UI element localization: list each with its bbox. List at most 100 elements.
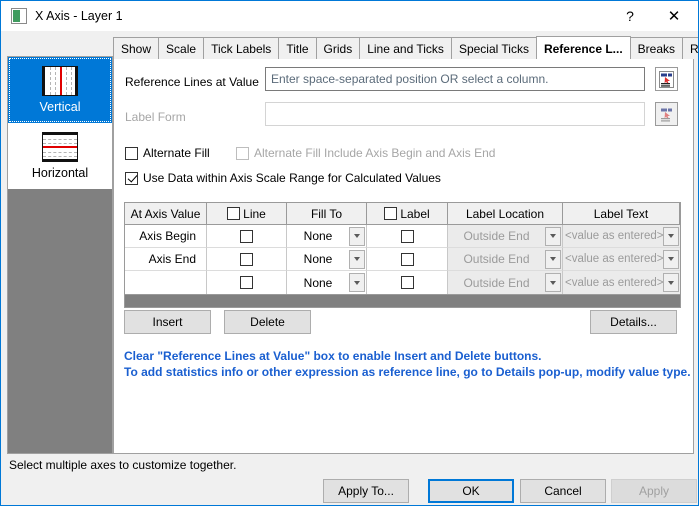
label-text-dropdown[interactable]: <value as entered> — [563, 271, 680, 294]
tab-grids[interactable]: Grids — [316, 37, 361, 59]
help-icon[interactable]: ? — [608, 1, 652, 31]
chevron-down-icon[interactable] — [663, 273, 679, 292]
use-data-within-range-checkbox[interactable] — [125, 172, 138, 185]
alternate-fill-include-checkbox-row[interactable]: Alternate Fill Include Axis Begin and Ax… — [236, 146, 495, 160]
cell-line[interactable] — [207, 225, 287, 248]
alternate-fill-checkbox[interactable] — [125, 147, 138, 160]
tab-rug[interactable]: Rug — [682, 37, 699, 59]
row-label-checkbox[interactable] — [401, 253, 414, 266]
column-select-icon-button-label-form[interactable] — [655, 102, 678, 126]
alternate-fill-include-checkbox[interactable] — [236, 147, 249, 160]
close-icon[interactable]: ✕ — [652, 1, 696, 31]
table-row[interactable]: Axis Begin None Outside End — [125, 225, 680, 248]
column-header-line-label: Line — [243, 207, 266, 221]
chevron-down-icon[interactable] — [349, 227, 365, 246]
table-header-row: At Axis Value Line Fill To Label Label L… — [125, 203, 680, 225]
chevron-down-icon[interactable] — [663, 250, 679, 269]
label-text-value: <value as entered> — [563, 230, 663, 242]
cancel-button[interactable]: Cancel — [520, 479, 606, 503]
axis-item-label: Vertical — [40, 100, 81, 114]
delete-button[interactable]: Delete — [224, 310, 311, 334]
reference-lines-panel: Reference Lines at Value Label Form — [113, 58, 694, 454]
fill-to-dropdown[interactable]: None — [287, 248, 366, 270]
tab-scale[interactable]: Scale — [158, 37, 204, 59]
use-data-within-range-checkbox-row[interactable]: Use Data within Axis Scale Range for Cal… — [125, 171, 441, 185]
tab-strip: Show Scale Tick Labels Title Grids Line … — [113, 37, 699, 59]
tab-line-and-ticks[interactable]: Line and Ticks — [359, 37, 452, 59]
fill-to-dropdown[interactable]: None — [287, 271, 366, 294]
chevron-down-icon[interactable] — [545, 250, 561, 269]
chevron-down-icon[interactable] — [545, 273, 561, 292]
chevron-down-icon[interactable] — [349, 250, 365, 269]
column-header-fill-to: Fill To — [287, 203, 367, 225]
alternate-fill-checkbox-row[interactable]: Alternate Fill — [125, 146, 210, 160]
label-location-value: Outside End — [448, 252, 545, 266]
chevron-down-icon[interactable] — [349, 273, 365, 292]
tab-special-ticks[interactable]: Special Ticks — [451, 37, 537, 59]
tab-breaks[interactable]: Breaks — [630, 37, 683, 59]
label-location-dropdown[interactable]: Outside End — [448, 271, 562, 294]
label-text-value: <value as entered> — [563, 253, 663, 265]
label-form-input[interactable] — [265, 102, 645, 126]
cell-label-text[interactable]: <value as entered> — [563, 271, 680, 294]
tab-title[interactable]: Title — [278, 37, 316, 59]
line-header-checkbox[interactable] — [227, 207, 240, 220]
label-text-dropdown[interactable]: <value as entered> — [563, 248, 680, 270]
row-line-checkbox[interactable] — [240, 230, 253, 243]
row-label-checkbox[interactable] — [401, 276, 414, 289]
hint-line-2: To add statistics info or other expressi… — [124, 365, 691, 379]
cell-at-axis-value[interactable]: Axis End — [125, 248, 207, 271]
tab-show[interactable]: Show — [113, 37, 159, 59]
apply-to-button[interactable]: Apply To... — [323, 479, 409, 503]
tab-reference-lines[interactable]: Reference L... — [536, 36, 631, 59]
row-line-checkbox[interactable] — [240, 253, 253, 266]
cell-fill-to[interactable]: None — [287, 271, 367, 294]
horizontal-axis-icon — [42, 132, 78, 162]
title-bar: X Axis - Layer 1 ? ✕ — [1, 1, 698, 31]
fill-to-dropdown[interactable]: None — [287, 225, 366, 247]
axis-item-vertical[interactable]: Vertical — [8, 57, 112, 123]
label-header-checkbox[interactable] — [384, 207, 397, 220]
label-location-dropdown[interactable]: Outside End — [448, 248, 562, 270]
label-form-label: Label Form — [125, 110, 186, 124]
table-row[interactable]: None Outside End <value as entered> — [125, 271, 680, 294]
ok-button[interactable]: OK — [428, 479, 514, 503]
axis-dialog-icon — [11, 8, 27, 24]
use-data-within-range-label: Use Data within Axis Scale Range for Cal… — [143, 171, 441, 185]
details-button[interactable]: Details... — [590, 310, 677, 334]
row-line-checkbox[interactable] — [240, 276, 253, 289]
table-row[interactable]: Axis End None Outside End — [125, 248, 680, 271]
column-header-line[interactable]: Line — [207, 203, 287, 225]
cell-label-text[interactable]: <value as entered> — [563, 248, 680, 271]
axis-selector-list: Vertical Horizontal — [7, 56, 113, 454]
chevron-down-icon[interactable] — [663, 227, 679, 246]
column-select-icon-button-reference-lines[interactable] — [655, 67, 678, 91]
label-location-dropdown[interactable]: Outside End — [448, 225, 562, 247]
cell-label-location[interactable]: Outside End — [448, 271, 563, 294]
status-text: Select multiple axes to customize togeth… — [9, 458, 236, 472]
cell-at-axis-value[interactable] — [125, 271, 207, 294]
cell-label-location[interactable]: Outside End — [448, 225, 563, 248]
insert-button[interactable]: Insert — [124, 310, 211, 334]
cell-line[interactable] — [207, 271, 287, 294]
cell-label[interactable] — [367, 248, 448, 271]
cell-label-text[interactable]: <value as entered> — [563, 225, 680, 248]
cell-at-axis-value[interactable]: Axis Begin — [125, 225, 207, 248]
apply-button[interactable]: Apply — [611, 479, 697, 503]
cell-label[interactable] — [367, 271, 448, 294]
cell-label-location[interactable]: Outside End — [448, 248, 563, 271]
tab-tick-labels[interactable]: Tick Labels — [203, 37, 279, 59]
chevron-down-icon[interactable] — [545, 227, 561, 246]
label-text-dropdown[interactable]: <value as entered> — [563, 225, 680, 247]
window-title: X Axis - Layer 1 — [35, 9, 123, 23]
table-horizontal-scrollbar[interactable] — [125, 294, 680, 307]
cell-fill-to[interactable]: None — [287, 248, 367, 271]
fill-to-value: None — [287, 276, 349, 290]
axis-item-horizontal[interactable]: Horizontal — [8, 123, 112, 189]
cell-line[interactable] — [207, 248, 287, 271]
cell-fill-to[interactable]: None — [287, 225, 367, 248]
column-header-label[interactable]: Label — [367, 203, 448, 225]
cell-label[interactable] — [367, 225, 448, 248]
reference-lines-input[interactable] — [265, 67, 645, 91]
row-label-checkbox[interactable] — [401, 230, 414, 243]
